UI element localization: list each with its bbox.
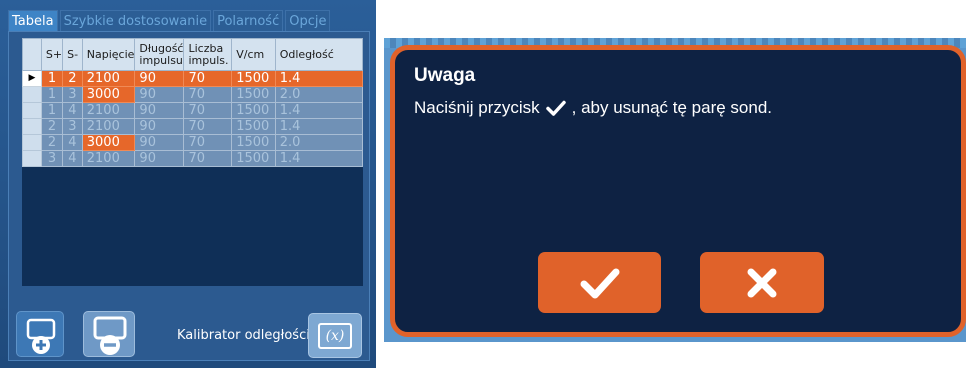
cell-pulse-count[interactable]: 70 bbox=[183, 102, 233, 119]
dialog-title: Uwaga bbox=[414, 65, 476, 86]
header-v-cm: V/cm bbox=[231, 38, 276, 71]
cell-s-plus: 1 bbox=[40, 86, 64, 103]
row-marker[interactable]: ▶ bbox=[22, 70, 42, 87]
cell-voltage[interactable]: 2100 bbox=[81, 102, 136, 119]
cell-pulse-count[interactable]: 70 bbox=[183, 70, 233, 87]
probe-table: S+ S- Napięcie Długość impulsu Liczba im… bbox=[22, 38, 364, 286]
cell-voltage[interactable]: 2100 bbox=[81, 150, 136, 167]
cell-v-cm[interactable]: 1500 bbox=[231, 86, 276, 103]
tab-quick-adjust[interactable]: Szybkie dostosowanie bbox=[59, 10, 212, 31]
cancel-button[interactable] bbox=[700, 252, 824, 313]
header-pulse-length: Długość impulsu bbox=[134, 38, 185, 71]
cell-distance[interactable]: 1.4 bbox=[274, 102, 364, 119]
cell-pulse-count[interactable]: 70 bbox=[183, 86, 233, 103]
cell-pulse-length[interactable]: 90 bbox=[134, 86, 185, 103]
dialog-message: Naciśnij przycisk , aby usunąć tę parę s… bbox=[414, 98, 772, 118]
table-row[interactable]: 3 4 2100 90 70 1500 1.4 bbox=[22, 150, 364, 167]
cell-pulse-count[interactable]: 70 bbox=[183, 118, 233, 135]
cell-pulse-length[interactable]: 90 bbox=[134, 102, 185, 119]
remove-probe-button[interactable] bbox=[83, 311, 135, 357]
distance-calibrator-button[interactable]: (x) bbox=[308, 313, 362, 358]
cell-v-cm[interactable]: 1500 bbox=[231, 118, 276, 135]
cell-voltage[interactable]: 2100 bbox=[81, 70, 136, 87]
cell-distance[interactable]: 1.4 bbox=[274, 118, 364, 135]
calculator-icon: (x) bbox=[318, 323, 352, 349]
cell-pulse-length[interactable]: 90 bbox=[134, 70, 185, 87]
table-header-row: S+ S- Napięcie Długość impulsu Liczba im… bbox=[22, 38, 364, 71]
cell-pulse-length[interactable]: 90 bbox=[134, 150, 185, 167]
cell-s-plus: 1 bbox=[40, 102, 64, 119]
cell-s-minus: 4 bbox=[62, 134, 83, 151]
cell-distance[interactable]: 1.4 bbox=[274, 70, 364, 87]
cell-s-minus: 4 bbox=[62, 150, 83, 167]
tab-table[interactable]: Tabela bbox=[8, 10, 58, 31]
header-distance: Odległość bbox=[274, 38, 364, 71]
header-s-minus: S- bbox=[62, 38, 83, 71]
dialog-message-end: , aby usunąć tę parę sond. bbox=[571, 98, 772, 117]
cell-voltage[interactable]: 2100 bbox=[81, 118, 136, 135]
cell-distance[interactable]: 1.4 bbox=[274, 150, 364, 167]
cell-v-cm[interactable]: 1500 bbox=[231, 150, 276, 167]
cell-s-plus: 2 bbox=[40, 134, 64, 151]
cell-voltage[interactable]: 3000 bbox=[81, 86, 136, 103]
row-marker[interactable] bbox=[22, 86, 42, 103]
cell-s-minus: 3 bbox=[62, 118, 83, 135]
cell-pulse-count[interactable]: 70 bbox=[183, 134, 233, 151]
table-row[interactable]: 2 4 3000 90 70 1500 2.0 bbox=[22, 134, 364, 151]
cell-s-minus: 4 bbox=[62, 102, 83, 119]
cell-s-plus: 2 bbox=[40, 118, 64, 135]
table-row[interactable]: ▶ 1 2 2100 90 70 1500 1.4 bbox=[22, 70, 364, 87]
probe-table-panel: Tabela Szybkie dostosowanie Polarność Op… bbox=[0, 0, 376, 368]
close-icon bbox=[747, 268, 777, 297]
cell-v-cm[interactable]: 1500 bbox=[231, 102, 276, 119]
cell-pulse-count[interactable]: 70 bbox=[183, 150, 233, 167]
cell-pulse-length[interactable]: 90 bbox=[134, 118, 185, 135]
row-marker[interactable] bbox=[22, 134, 42, 151]
distance-calibrator-label: Kalibrator odległości bbox=[177, 328, 310, 343]
cell-distance[interactable]: 2.0 bbox=[274, 134, 364, 151]
cell-s-minus: 3 bbox=[62, 86, 83, 103]
add-probe-icon bbox=[26, 318, 56, 354]
header-pulse-count: Liczba impuls. bbox=[183, 38, 233, 71]
cell-voltage[interactable]: 3000 bbox=[81, 134, 136, 151]
cell-s-minus: 2 bbox=[62, 70, 83, 87]
remove-probe-icon bbox=[93, 316, 127, 355]
header-voltage: Napięcie bbox=[81, 38, 136, 71]
row-marker[interactable] bbox=[22, 102, 42, 119]
cell-pulse-length[interactable]: 90 bbox=[134, 134, 185, 151]
tab-options[interactable]: Opcje bbox=[285, 10, 331, 31]
row-marker[interactable] bbox=[22, 150, 42, 167]
dialog-message-start: Naciśnij przycisk bbox=[414, 98, 540, 117]
confirm-button[interactable] bbox=[538, 252, 661, 313]
table-row[interactable]: 2 3 2100 90 70 1500 1.4 bbox=[22, 118, 364, 135]
cell-distance[interactable]: 2.0 bbox=[274, 86, 364, 103]
checkmark-icon bbox=[545, 100, 566, 116]
warning-dialog bbox=[390, 45, 966, 337]
cell-s-plus: 3 bbox=[40, 150, 64, 167]
row-marker[interactable] bbox=[22, 118, 42, 135]
cell-s-plus: 1 bbox=[40, 70, 64, 87]
table-row[interactable]: 1 3 3000 90 70 1500 2.0 bbox=[22, 86, 364, 103]
header-select bbox=[22, 38, 42, 71]
tab-polarity[interactable]: Polarność bbox=[213, 10, 284, 31]
checkmark-icon bbox=[580, 268, 619, 298]
tab-bar: Tabela Szybkie dostosowanie Polarność Op… bbox=[8, 10, 332, 31]
add-probe-button[interactable] bbox=[16, 311, 64, 357]
cell-v-cm[interactable]: 1500 bbox=[231, 134, 276, 151]
table-row[interactable]: 1 4 2100 90 70 1500 1.4 bbox=[22, 102, 364, 119]
header-s-plus: S+ bbox=[40, 38, 64, 71]
cell-v-cm[interactable]: 1500 bbox=[231, 70, 276, 87]
